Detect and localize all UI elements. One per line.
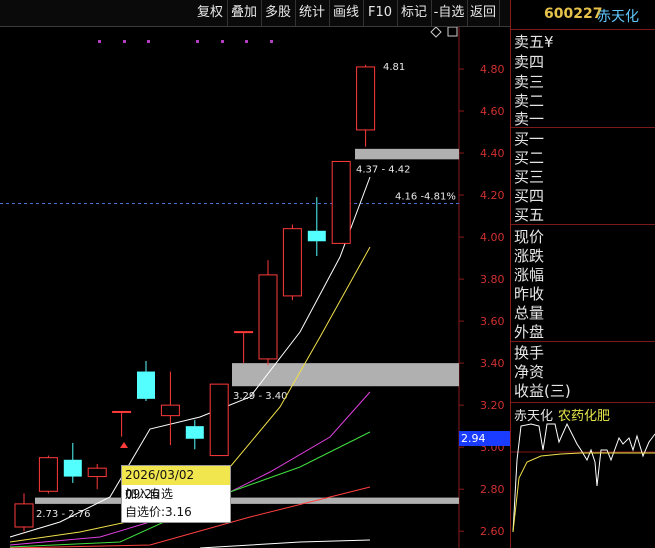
candle-body — [112, 410, 132, 413]
toolbar-button-8[interactable]: 返回 — [467, 0, 500, 26]
support-zone — [232, 363, 459, 387]
marker-dot — [221, 40, 224, 43]
candle-body — [258, 274, 278, 360]
buy4-row: 买四 — [514, 187, 545, 205]
stat-change: 涨跌 — [514, 247, 545, 265]
marker-dot — [196, 40, 199, 43]
signal-marker — [120, 442, 128, 448]
marker-dot — [245, 40, 248, 43]
toolbar-button-3[interactable]: 统计 — [295, 0, 330, 26]
sell4-row: 卖四 — [514, 53, 545, 71]
sell2-row: 卖二 — [514, 92, 545, 110]
y-tick-label: 3.60 — [480, 315, 505, 328]
sell3-row: 卖三 — [514, 73, 545, 91]
current-price-label: 4.16 -4.81% — [395, 191, 456, 202]
candle-body — [356, 66, 376, 131]
price-tag: 2.94 — [459, 431, 510, 446]
marker-dot — [270, 40, 273, 43]
sell5-row: 卖五¥ — [514, 33, 554, 51]
stat-turnover: 换手 — [514, 344, 545, 362]
support-zone — [355, 148, 459, 160]
candle-body — [14, 503, 34, 528]
divider — [511, 127, 655, 128]
tooltip-datetime: 2026/03/02 09:26 — [122, 466, 230, 501]
toolbar-button-4[interactable]: 画线 — [329, 0, 364, 26]
candle-body — [331, 160, 351, 244]
candle-body — [63, 459, 82, 477]
y-tick-label: 4.00 — [480, 231, 505, 244]
stat-volume: 总量 — [514, 304, 545, 322]
candle-body — [282, 228, 302, 297]
intraday-mini-chart — [511, 422, 655, 533]
stat-prev-close: 昨收 — [514, 285, 545, 303]
tooltip: 2026/03/02 09:26 加入自选 自选价:3.16 — [121, 465, 231, 523]
candlestick-chart[interactable]: 4.804.604.404.204.003.803.603.403.203.00… — [0, 27, 510, 548]
y-tick-label: 4.40 — [480, 147, 505, 160]
toolbar-button-7[interactable]: -自选 — [431, 0, 468, 26]
y-tick-label: 3.40 — [480, 357, 505, 370]
buy5-row: 买五 — [514, 206, 545, 224]
panel-toggle-icon — [447, 27, 458, 37]
candle-body — [137, 371, 155, 399]
y-tick-label: 2.60 — [480, 525, 505, 538]
toolbar-button-6[interactable]: 标记 — [397, 0, 432, 26]
sell1-row: 卖一 — [514, 110, 545, 128]
y-tick-label: 3.20 — [480, 399, 505, 412]
moving-average-line — [199, 539, 371, 548]
stock-code: 600227 — [544, 6, 603, 22]
buy3-row: 买三 — [514, 168, 545, 186]
marker-dot — [123, 40, 126, 43]
toolbar-button-2[interactable]: 多股 — [261, 0, 296, 26]
divider — [511, 29, 655, 30]
toolbar-button-0[interactable]: 复权 — [193, 0, 228, 26]
candle-body — [234, 331, 254, 334]
chart-toolbar: 复权 叠加 多股 统计 画线 F10 标记 -自选 返回 — [0, 0, 510, 27]
divider — [511, 341, 655, 342]
buy1-row: 买一 — [514, 130, 545, 148]
stat-price: 现价 — [514, 228, 545, 246]
candle-body — [307, 230, 326, 242]
candle-body — [87, 467, 107, 478]
y-tick-label: 4.80 — [480, 63, 505, 76]
marker-dot — [98, 40, 101, 43]
tooltip-price: 自选价:3.16 — [125, 505, 192, 519]
stock-name: 赤天化 — [597, 9, 639, 25]
stat-outer: 外盘 — [514, 323, 545, 341]
divider — [511, 224, 655, 225]
toolbar-button-1[interactable]: 叠加 — [227, 0, 262, 26]
divider — [511, 402, 655, 403]
marker-dot — [147, 40, 150, 43]
candle-body — [160, 404, 180, 417]
stat-earnings: 收益(三) — [514, 382, 571, 400]
candle-body — [209, 383, 229, 457]
y-tick-label: 4.20 — [480, 189, 505, 202]
stat-change-pct: 涨幅 — [514, 266, 545, 284]
toolbar-button-5[interactable]: F10 — [363, 0, 398, 26]
y-tick-label: 3.80 — [480, 273, 505, 286]
candle-body — [185, 426, 204, 439]
y-tick-label: 4.60 — [480, 105, 505, 118]
tooltip-action[interactable]: 加入自选 — [122, 485, 230, 503]
max-price-label: 4.81 — [383, 62, 405, 73]
candle-body — [38, 457, 58, 492]
buy2-row: 买二 — [514, 149, 545, 167]
stat-net-asset: 净资 — [514, 363, 545, 381]
zone-label: 4.37 - 4.42 — [356, 164, 411, 175]
diamond-icon — [430, 27, 442, 38]
quote-panel: 600227 赤天化 卖五¥ 卖四 卖三 卖二 卖一 买一 买二 买三 买四 买… — [510, 0, 655, 548]
y-tick-label: 2.80 — [480, 483, 505, 496]
